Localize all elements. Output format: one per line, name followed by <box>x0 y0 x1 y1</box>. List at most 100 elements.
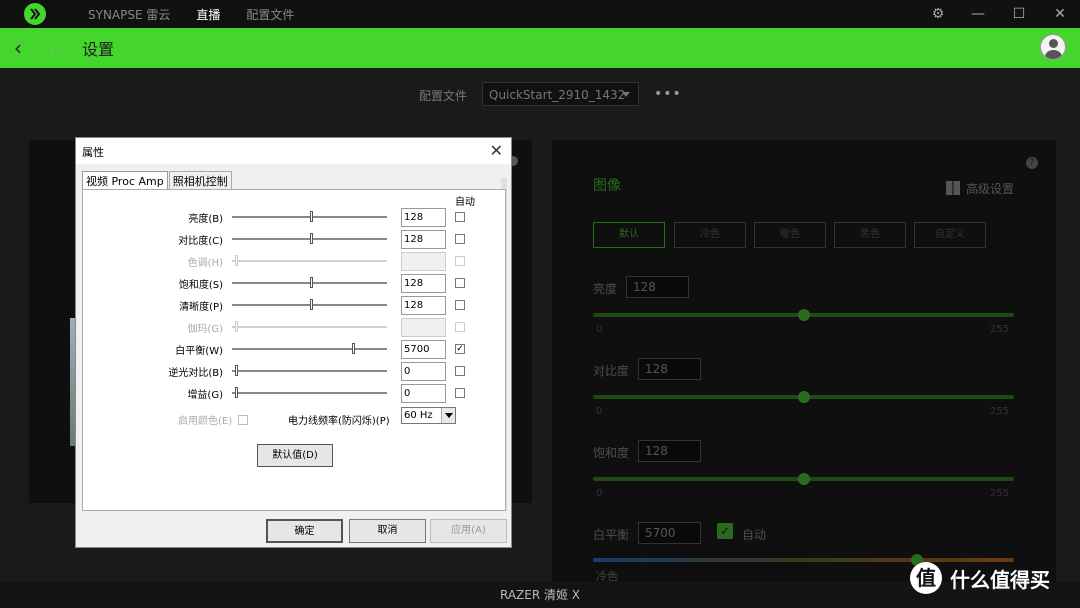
property-slider-thumb[interactable] <box>235 387 238 398</box>
contrast-input[interactable]: 128 <box>638 358 701 380</box>
cancel-button[interactable]: 取消 <box>349 519 426 543</box>
tab-camera-control[interactable]: 照相机控制 <box>168 171 232 189</box>
dialog-title-bar: 属性 ✕ <box>76 138 511 164</box>
watermark-text: 什么值得买 <box>950 567 1050 592</box>
title-bar: SYNAPSE 雷云 直播 配置文件 ⚙ — ☐ ✕ <box>0 0 1080 28</box>
default-values-button[interactable]: 默认值(D) <box>257 444 333 467</box>
page-title: 设置 <box>82 40 115 59</box>
property-slider[interactable] <box>232 370 387 372</box>
property-label: 饱和度(S) <box>178 280 223 291</box>
property-slider-thumb[interactable] <box>310 299 313 310</box>
chevron-down-icon[interactable] <box>441 408 455 423</box>
power-frequency-select[interactable]: 60 Hz <box>401 407 456 424</box>
image-panel: 图像 ? 高级设置 默认 冷色 暖色 黑色 自定义 亮度 128 0 255 对… <box>552 140 1056 583</box>
property-auto-checkbox[interactable] <box>455 212 465 222</box>
close-button[interactable]: ✕ <box>1040 0 1080 28</box>
chevron-down-icon <box>622 92 630 97</box>
property-label: 亮度(B) <box>188 214 223 225</box>
minimize-button[interactable]: — <box>958 0 998 28</box>
contrast-min: 0 <box>596 406 603 417</box>
close-icon[interactable]: ✕ <box>490 141 503 160</box>
brightness-max: 255 <box>990 324 1010 335</box>
white-balance-auto-checkbox[interactable]: ✓ <box>717 523 733 539</box>
white-balance-label: 白平衡 <box>593 528 630 542</box>
dialog-title: 属性 <box>82 146 104 159</box>
avatar[interactable] <box>1040 34 1066 60</box>
dialog-tabs: 视频 Proc Amp 照相机控制 <box>82 171 233 189</box>
watermark-logo-icon: 值 <box>910 562 942 594</box>
forward-arrow-icon[interactable]: › <box>42 36 62 60</box>
razer-logo-icon <box>24 3 46 25</box>
property-slider-thumb[interactable] <box>310 277 313 288</box>
power-frequency-label: 电力线频率(防闪烁)(P) <box>288 416 390 427</box>
property-value-input[interactable]: 128 <box>401 230 446 249</box>
property-auto-checkbox[interactable] <box>455 278 465 288</box>
property-label: 逆光对比(B) <box>168 368 223 379</box>
enable-color-option: 启用颜色(E) <box>178 412 249 427</box>
property-slider <box>232 260 387 262</box>
property-value-input[interactable]: 0 <box>401 384 446 403</box>
property-value-input[interactable]: 5700 <box>401 340 446 359</box>
preset-black[interactable]: 黑色 <box>834 222 906 248</box>
property-auto-checkbox[interactable] <box>455 366 465 376</box>
profile-value: QuickStart_2910_1432 <box>489 88 626 102</box>
property-auto-checkbox[interactable]: ✓ <box>455 344 465 354</box>
properties-dialog: 属性 ✕ 视频 Proc Amp 照相机控制 自动 启用颜色(E) 电力线频率(… <box>75 137 512 548</box>
brightness-input[interactable]: 128 <box>626 276 689 298</box>
proc-amp-panel: 自动 启用颜色(E) 电力线频率(防闪烁)(P) 60 Hz 默认值(D) 亮度… <box>82 189 506 511</box>
property-auto-checkbox[interactable] <box>455 388 465 398</box>
saturation-min: 0 <box>596 488 603 499</box>
property-auto-checkbox <box>455 256 465 266</box>
property-label: 对比度(C) <box>178 236 223 247</box>
preset-warm[interactable]: 暖色 <box>754 222 826 248</box>
brightness-slider-knob[interactable] <box>798 309 810 321</box>
property-slider-thumb[interactable] <box>310 211 313 222</box>
help-icon[interactable]: ? <box>1026 157 1038 169</box>
property-label: 清晰度(P) <box>179 302 223 313</box>
property-value-input[interactable]: 128 <box>401 296 446 315</box>
property-auto-checkbox <box>455 322 465 332</box>
tab-video-proc-amp[interactable]: 视频 Proc Amp <box>82 171 168 189</box>
more-options-icon[interactable]: ••• <box>654 86 682 102</box>
white-balance-input[interactable]: 5700 <box>638 522 701 544</box>
saturation-label: 饱和度 <box>593 446 630 460</box>
profile-label: 配置文件 <box>419 89 468 103</box>
back-arrow-icon[interactable]: ‹ <box>8 36 28 60</box>
nav-live[interactable]: 直播 <box>196 6 220 23</box>
brightness-min: 0 <box>596 324 603 335</box>
apply-button[interactable]: 应用(A) <box>430 519 507 543</box>
property-label: 增益(G) <box>187 390 223 401</box>
saturation-slider-knob[interactable] <box>798 473 810 485</box>
nav-synapse[interactable]: SYNAPSE 雷云 <box>88 6 170 23</box>
property-label: 白平衡(W) <box>175 346 223 357</box>
preset-cool[interactable]: 冷色 <box>674 222 746 248</box>
advanced-settings-link[interactable]: 高级设置 <box>945 180 1014 197</box>
profile-select[interactable]: QuickStart_2910_1432 <box>482 82 639 106</box>
gear-icon[interactable]: ⚙ <box>918 0 958 28</box>
auto-column-header: 自动 <box>455 197 475 208</box>
maximize-button[interactable]: ☐ <box>999 0 1039 28</box>
property-value-input[interactable]: 128 <box>401 274 446 293</box>
property-value-input <box>401 318 446 337</box>
profile-row: 配置文件 QuickStart_2910_1432 ••• <box>0 82 1080 106</box>
property-value-input <box>401 252 446 271</box>
brightness-label: 亮度 <box>593 282 618 296</box>
property-auto-checkbox[interactable] <box>455 234 465 244</box>
property-slider-thumb <box>235 255 238 266</box>
property-value-input[interactable]: 0 <box>401 362 446 381</box>
preset-default[interactable]: 默认 <box>593 222 665 248</box>
saturation-max: 255 <box>990 488 1010 499</box>
nav-profiles[interactable]: 配置文件 <box>246 6 294 23</box>
property-slider-thumb[interactable] <box>310 233 313 244</box>
ok-button[interactable]: 确定 <box>266 519 343 543</box>
property-value-input[interactable]: 128 <box>401 208 446 227</box>
property-slider-thumb[interactable] <box>352 343 355 354</box>
property-slider-thumb <box>235 321 238 332</box>
preset-custom[interactable]: 自定义 <box>914 222 986 248</box>
property-slider[interactable] <box>232 392 387 394</box>
property-slider[interactable] <box>232 348 387 350</box>
property-auto-checkbox[interactable] <box>455 300 465 310</box>
contrast-slider-knob[interactable] <box>798 391 810 403</box>
saturation-input[interactable]: 128 <box>638 440 701 462</box>
property-slider-thumb[interactable] <box>235 365 238 376</box>
